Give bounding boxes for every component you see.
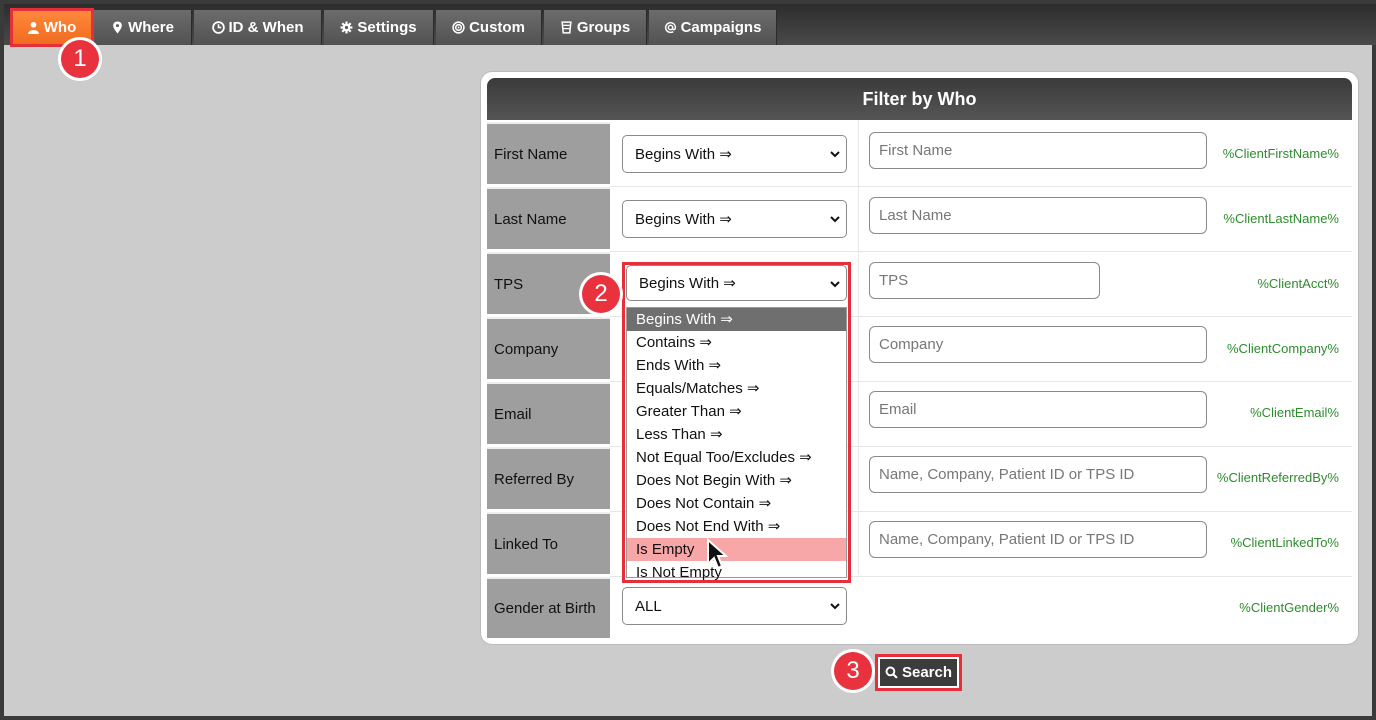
dropdown-option[interactable]: Is Not Empty — [627, 561, 846, 584]
dropdown-option[interactable]: Greater Than ⇒ — [627, 400, 846, 423]
dropdown-option[interactable]: Is Empty — [627, 538, 846, 561]
first-name-operator-select[interactable]: Begins With ⇒ — [622, 135, 847, 173]
merge-token: %ClientEmail% — [1250, 405, 1339, 420]
step-badge-3: 3 — [834, 652, 872, 690]
merge-token: %ClientLinkedTo% — [1230, 535, 1339, 550]
row-label-email: Email — [487, 382, 610, 444]
step-badge-2: 2 — [582, 275, 620, 313]
map-pin-icon — [113, 21, 122, 34]
search-button[interactable]: Search — [880, 659, 957, 686]
merge-token: %ClientGender% — [1239, 600, 1339, 615]
chevron-down-icon — [830, 603, 840, 610]
dropdown-option[interactable]: Does Not End With ⇒ — [627, 515, 846, 538]
dropdown-option[interactable]: Does Not Begin With ⇒ — [627, 469, 846, 492]
tab-label: Settings — [357, 19, 417, 36]
tab-bar: Who Where ID & When Settings Custom Grou… — [4, 0, 1376, 47]
last-name-operator-select[interactable]: Begins With ⇒ — [622, 200, 847, 238]
row-label-linked-to: Linked To — [487, 512, 610, 574]
referred-by-input[interactable]: Name, Company, Patient ID or TPS ID — [869, 456, 1207, 493]
tab-label: ID & When — [228, 19, 304, 36]
dropdown-option[interactable]: Not Equal Too/Excludes ⇒ — [627, 446, 846, 469]
groups-icon — [561, 21, 572, 34]
panel-title: Filter by Who — [487, 78, 1352, 120]
merge-token: %ClientLastName% — [1223, 211, 1339, 226]
row-label-last-name: Last Name — [487, 187, 610, 249]
column-divider — [858, 120, 859, 575]
merge-token: %ClientReferredBy% — [1216, 470, 1339, 485]
target-icon — [452, 21, 465, 34]
row-label-gender: Gender at Birth — [487, 577, 610, 638]
row-label-referred-by: Referred By — [487, 447, 610, 509]
merge-token: %ClientFirstName% — [1222, 146, 1339, 161]
tab-label: Where — [128, 19, 174, 36]
tab-label: Campaigns — [680, 19, 762, 36]
first-name-input[interactable]: First Name — [869, 132, 1207, 169]
operator-dropdown-list[interactable]: Begins With ⇒ Contains ⇒ Ends With ⇒ Equ… — [626, 307, 847, 581]
dropdown-option[interactable]: Ends With ⇒ — [627, 354, 846, 377]
last-name-input[interactable]: Last Name — [869, 197, 1207, 234]
dropdown-option[interactable]: Contains ⇒ — [627, 331, 846, 354]
gear-icon — [340, 21, 353, 34]
tab-custom[interactable]: Custom — [436, 10, 542, 45]
tab-label: Custom — [469, 19, 525, 36]
tab-campaigns[interactable]: Campaigns — [649, 10, 777, 45]
dropdown-option[interactable]: Less Than ⇒ — [627, 423, 846, 446]
chevron-down-icon — [830, 151, 840, 158]
select-value: Begins With ⇒ — [635, 211, 732, 228]
search-label: Search — [901, 664, 953, 681]
select-value: ALL — [635, 597, 662, 615]
company-input[interactable]: Company — [869, 326, 1207, 363]
merge-token: %ClientCompany% — [1227, 341, 1339, 356]
tab-id-when[interactable]: ID & When — [194, 10, 322, 45]
tab-groups[interactable]: Groups — [544, 10, 647, 45]
gender-select[interactable]: ALL — [622, 587, 847, 625]
dropdown-option[interactable]: Does Not Contain ⇒ — [627, 492, 846, 515]
select-value: Begins With ⇒ — [635, 146, 732, 163]
row-divider — [610, 251, 1352, 252]
chevron-down-icon — [830, 216, 840, 223]
tab-label: Groups — [576, 19, 631, 36]
tps-input[interactable]: TPS — [869, 262, 1100, 299]
at-icon — [664, 22, 676, 34]
search-icon — [885, 666, 898, 679]
mouse-cursor-icon — [707, 538, 728, 570]
search-button-frame: Search — [875, 654, 962, 691]
tab-settings[interactable]: Settings — [324, 10, 434, 45]
row-label-company: Company — [487, 317, 610, 379]
dropdown-option[interactable]: Equals/Matches ⇒ — [627, 377, 846, 400]
tab-label: Who — [43, 19, 77, 36]
linked-to-input[interactable]: Name, Company, Patient ID or TPS ID — [869, 521, 1207, 558]
step-badge-1: 1 — [61, 40, 99, 78]
tab-where[interactable]: Where — [94, 10, 192, 45]
dropdown-option[interactable]: Begins With ⇒ — [627, 308, 846, 331]
user-icon — [27, 21, 39, 34]
merge-token: %ClientAcct% — [1257, 276, 1339, 291]
email-input[interactable]: Email — [869, 391, 1207, 428]
clock-icon — [211, 21, 225, 34]
row-label-first-name: First Name — [487, 122, 610, 184]
row-divider — [610, 186, 1352, 187]
